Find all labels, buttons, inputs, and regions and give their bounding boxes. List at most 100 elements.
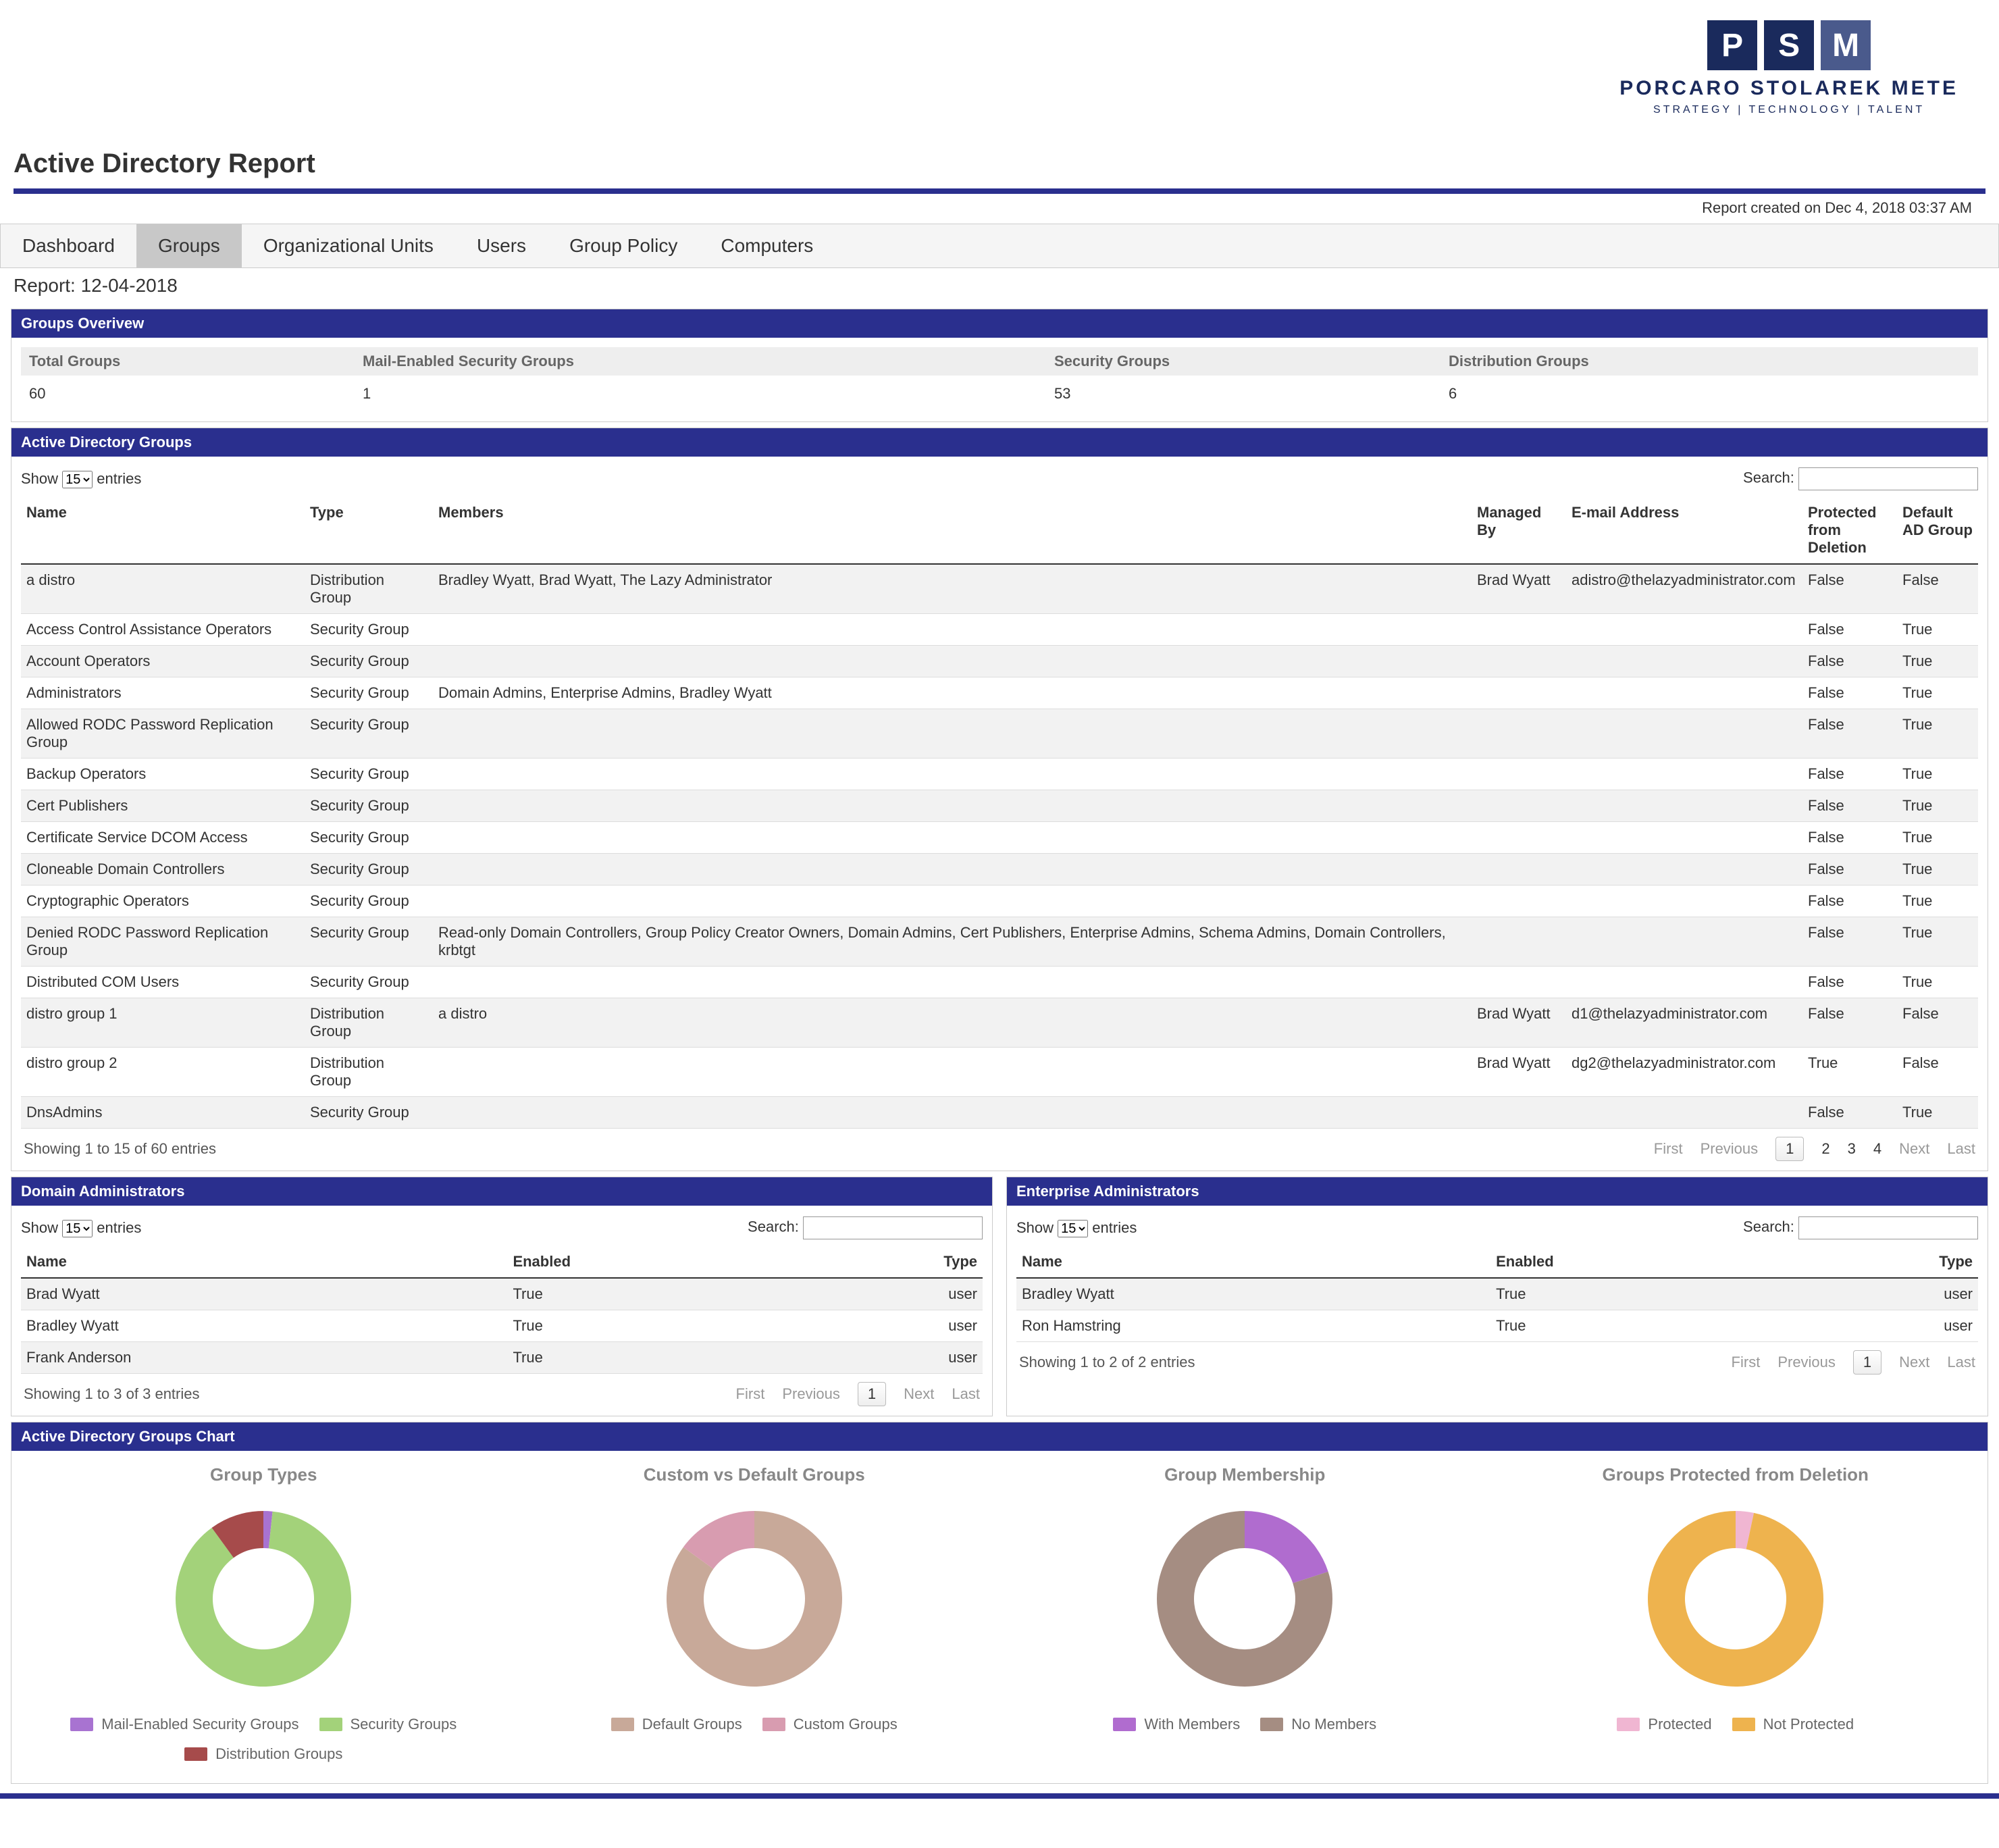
cell-name: Certificate Service DCOM Access (21, 822, 305, 854)
column-header[interactable]: Name (21, 497, 305, 564)
pager-page[interactable]: 4 (1873, 1140, 1881, 1158)
cell-managed (1472, 967, 1566, 998)
legend-label: Protected (1648, 1716, 1711, 1733)
pager-page[interactable]: 2 (1821, 1140, 1829, 1158)
tab-users[interactable]: Users (455, 224, 548, 267)
table-info: Showing 1 to 2 of 2 entries (1019, 1354, 1195, 1371)
company-logo: P S M PORCARO STOLAREK METE STRATEGY | T… (1619, 20, 1958, 116)
pager-page[interactable]: 1 (1853, 1350, 1881, 1375)
cell-default: False (1897, 1048, 1978, 1097)
cell-members (433, 614, 1472, 646)
cell-email (1566, 822, 1802, 854)
cell-name: Backup Operators (21, 759, 305, 790)
pager-next[interactable]: Next (904, 1385, 934, 1403)
overview-value: 6 (1440, 380, 1978, 408)
column-header[interactable]: Default AD Group (1897, 497, 1978, 564)
table-row: distro group 2Distribution GroupBrad Wya… (21, 1048, 1978, 1097)
column-header[interactable]: Protected from Deletion (1802, 497, 1897, 564)
panel-title: Active Directory Groups (11, 428, 1988, 457)
pager-last[interactable]: Last (952, 1385, 980, 1403)
tab-organizational-units[interactable]: Organizational Units (242, 224, 455, 267)
chart-title: Groups Protected from Deletion (1490, 1464, 1981, 1485)
legend-item: Protected (1617, 1716, 1711, 1733)
pager-page[interactable]: 3 (1848, 1140, 1856, 1158)
legend-swatch (1732, 1718, 1755, 1731)
column-header[interactable]: Managed By (1472, 497, 1566, 564)
cell-type: Distribution Group (305, 998, 433, 1048)
search-input[interactable] (1798, 467, 1978, 490)
overview-header: Total Groups (21, 347, 355, 376)
search-input[interactable] (803, 1216, 983, 1239)
chart-title: Custom vs Default Groups (509, 1464, 1000, 1485)
overview-value: 1 (355, 380, 1046, 408)
pager-first[interactable]: First (1654, 1140, 1683, 1158)
column-header[interactable]: Name (21, 1246, 507, 1278)
pager-last[interactable]: Last (1947, 1140, 1975, 1158)
cell-type: user (796, 1310, 983, 1342)
show-label: Show (21, 1219, 58, 1236)
chart-legend: Default GroupsCustom Groups (509, 1716, 1000, 1733)
donut-chart (653, 1497, 856, 1700)
column-header[interactable]: Type (1786, 1246, 1978, 1278)
page-size-select[interactable]: 15 (1058, 1220, 1088, 1237)
panel-title: Enterprise Administrators (1007, 1177, 1988, 1206)
cell-protected: False (1802, 967, 1897, 998)
cell-members (433, 646, 1472, 677)
column-header[interactable]: E-mail Address (1566, 497, 1802, 564)
cell-type: Distribution Group (305, 564, 433, 614)
cell-protected: False (1802, 998, 1897, 1048)
chart-legend: ProtectedNot Protected (1490, 1716, 1981, 1733)
cell-email (1566, 967, 1802, 998)
cell-type: Security Group (305, 709, 433, 759)
cell-protected: False (1802, 564, 1897, 614)
pager-page[interactable]: 1 (1775, 1137, 1804, 1161)
cell-email (1566, 709, 1802, 759)
column-header[interactable]: Enabled (507, 1246, 796, 1278)
column-header[interactable]: Enabled (1490, 1246, 1786, 1278)
cell-type: user (1786, 1310, 1978, 1342)
cell-managed (1472, 854, 1566, 886)
pager-first[interactable]: First (736, 1385, 765, 1403)
pager-next[interactable]: Next (1899, 1354, 1929, 1371)
column-header[interactable]: Type (305, 497, 433, 564)
pager-prev[interactable]: Previous (1701, 1140, 1759, 1158)
legend-item: Mail-Enabled Security Groups (70, 1716, 298, 1733)
page-size-select[interactable]: 15 (62, 1220, 93, 1237)
footer-divider (0, 1793, 1999, 1799)
search-label: Search: (748, 1218, 799, 1235)
tab-groups[interactable]: Groups (136, 224, 242, 267)
pager-first[interactable]: First (1732, 1354, 1761, 1371)
overview-header: Security Groups (1046, 347, 1440, 376)
pager-prev[interactable]: Previous (1777, 1354, 1836, 1371)
column-header[interactable]: Members (433, 497, 1472, 564)
cell-email (1566, 614, 1802, 646)
pager-page[interactable]: 1 (858, 1382, 886, 1406)
legend-label: Custom Groups (794, 1716, 898, 1733)
page-size-select[interactable]: 15 (62, 471, 93, 488)
tab-group-policy[interactable]: Group Policy (548, 224, 699, 267)
tab-dashboard[interactable]: Dashboard (1, 224, 136, 267)
table-row: Cert PublishersSecurity GroupFalseTrue (21, 790, 1978, 822)
search-input[interactable] (1798, 1216, 1978, 1239)
cell-managed (1472, 646, 1566, 677)
cell-members: Domain Admins, Enterprise Admins, Bradle… (433, 677, 1472, 709)
cell-managed (1472, 790, 1566, 822)
table-row: distro group 1Distribution Groupa distro… (21, 998, 1978, 1048)
pager-next[interactable]: Next (1899, 1140, 1929, 1158)
cell-protected: False (1802, 677, 1897, 709)
cell-name: Distributed COM Users (21, 967, 305, 998)
table-row: Bradley WyattTrueuser (21, 1310, 983, 1342)
cell-members: Read-only Domain Controllers, Group Poli… (433, 917, 1472, 967)
table-row: Distributed COM UsersSecurity GroupFalse… (21, 967, 1978, 998)
pager-prev[interactable]: Previous (782, 1385, 840, 1403)
pager-last[interactable]: Last (1947, 1354, 1975, 1371)
cell-managed (1472, 917, 1566, 967)
tab-computers[interactable]: Computers (699, 224, 835, 267)
column-header[interactable]: Name (1016, 1246, 1490, 1278)
logo-tagline: STRATEGY | TECHNOLOGY | TALENT (1619, 104, 1958, 116)
legend-label: Distribution Groups (215, 1745, 342, 1763)
column-header[interactable]: Type (796, 1246, 983, 1278)
cell-managed (1472, 886, 1566, 917)
cell-members: a distro (433, 998, 1472, 1048)
cell-name: Cryptographic Operators (21, 886, 305, 917)
